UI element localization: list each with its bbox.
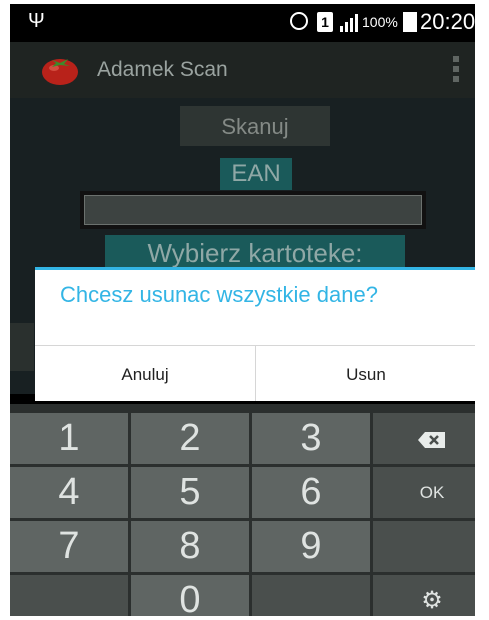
key-1[interactable]: 1 [10,413,128,464]
key-2[interactable]: 2 [131,413,249,464]
dialog-accent-line [35,267,475,270]
key-9[interactable]: 9 [252,521,370,572]
key-0[interactable]: 0 [131,575,249,616]
key-5[interactable]: 5 [131,467,249,518]
backspace-icon [418,431,445,448]
signal-icon [340,14,358,32]
usb-icon: Ψ [28,10,45,32]
empty-key-mid[interactable] [252,575,370,616]
overflow-menu-icon[interactable] [453,56,459,84]
battery-charging-icon [403,12,417,32]
empty-key-left[interactable] [10,575,128,616]
key-4[interactable]: 4 [10,467,128,518]
delete-button[interactable]: Usun [256,346,475,401]
app-title: Adamek Scan [97,58,228,81]
numeric-keypad: 1 2 3 4 5 6 OK 7 8 9 0 ⚙ [10,404,475,616]
tomato-icon[interactable] [40,54,80,86]
battery-percent: 100% [362,14,398,30]
settings-key[interactable]: ⚙ [373,575,475,616]
cancel-button[interactable]: Anuluj [35,346,255,401]
card-select-label: Wybierz kartoteke: [105,235,405,271]
status-clock: 20:20 [420,9,475,34]
ok-key[interactable]: OK [373,467,475,518]
key-3[interactable]: 3 [252,413,370,464]
ean-input[interactable] [80,191,426,229]
key-7[interactable]: 7 [10,521,128,572]
ean-label: EAN [220,158,292,190]
action-bar: Adamek Scan [10,42,475,98]
phone-screen: Ψ 1 100% 20:20 Adamek Scan Skanuj EAN Wy… [10,4,475,616]
status-bar: Ψ 1 100% 20:20 [10,4,475,42]
alarm-icon [290,12,308,30]
key-6[interactable]: 6 [252,467,370,518]
key-8[interactable]: 8 [131,521,249,572]
sim-icon: 1 [317,12,333,32]
confirm-dialog: Chcesz usunac wszystkie dane? Anuluj Usu… [35,267,475,401]
ean-input-field[interactable] [84,195,422,225]
backspace-key[interactable] [373,413,475,464]
dialog-title: Chcesz usunac wszystkie dane? [60,282,378,307]
empty-key-right[interactable] [373,521,475,572]
scan-button[interactable]: Skanuj [180,106,330,146]
card-select-control[interactable] [10,323,34,371]
gear-icon: ⚙ [421,587,443,614]
